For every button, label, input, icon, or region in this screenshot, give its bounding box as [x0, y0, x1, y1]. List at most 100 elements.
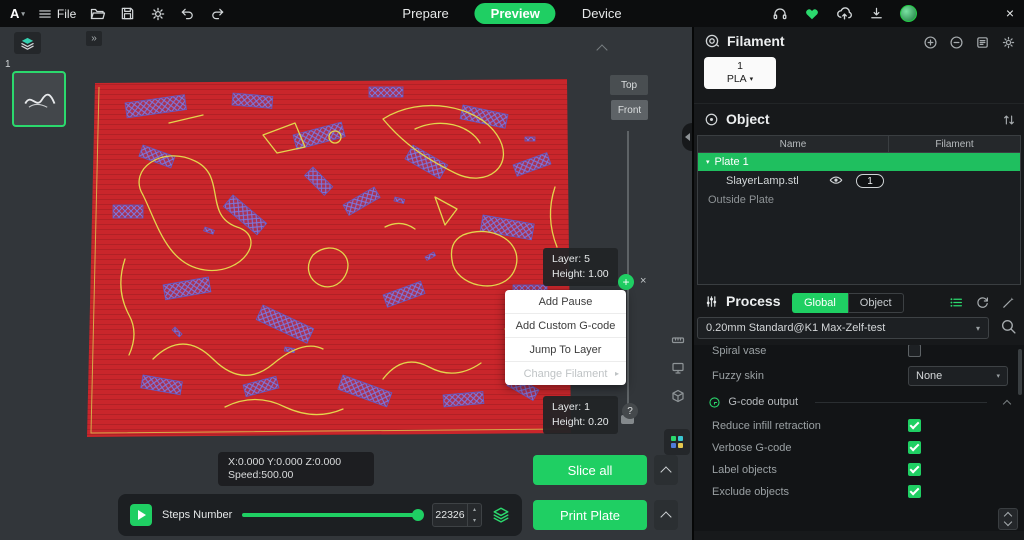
filament-settings-icon[interactable]	[1001, 35, 1016, 50]
plate-list-toggle-button[interactable]	[14, 32, 41, 54]
print-options-button[interactable]	[654, 500, 678, 530]
undo-button[interactable]	[179, 5, 196, 22]
scope-global-button[interactable]: Global	[792, 293, 848, 313]
chevron-up-icon	[660, 466, 671, 477]
save-button[interactable]	[119, 5, 136, 22]
submenu-arrow-icon: ▸	[615, 369, 619, 378]
tab-preview[interactable]: Preview	[475, 3, 556, 24]
exclude-objects-checkbox[interactable]	[908, 485, 921, 498]
screen-tool-button[interactable]	[668, 358, 688, 378]
preview-canvas[interactable]	[85, 77, 571, 444]
label-objects-checkbox[interactable]	[908, 463, 921, 476]
app-logo[interactable]: A ▾	[10, 6, 25, 21]
fuzzy-skin-select[interactable]: None ▾	[908, 366, 1008, 386]
flush-options-icon[interactable]	[975, 35, 990, 50]
menu-item-add-custom-gcode[interactable]: Add Custom G-code	[505, 313, 626, 337]
spiral-vase-checkbox[interactable]	[908, 345, 921, 357]
exclude-objects-label: Exclude objects	[712, 486, 789, 498]
panel-expand-collapse-button[interactable]	[998, 508, 1018, 530]
table-row-outside-plate[interactable]: Outside Plate	[698, 191, 1020, 209]
tab-device[interactable]: Device	[582, 6, 622, 21]
process-settings-panel: Spiral vase Fuzzy skin None ▾ ? G-code o…	[694, 345, 1024, 531]
right-sidebar: Filament 1 PLA ▾ Object Name Filament ▾ …	[694, 27, 1024, 540]
view-front-button[interactable]: Front	[611, 100, 648, 120]
redo-button[interactable]	[209, 5, 226, 22]
add-marker-button[interactable]: +	[618, 274, 634, 290]
magic-wand-icon[interactable]	[1001, 295, 1016, 310]
preview-viewport[interactable]: » 1	[0, 27, 692, 540]
lower-height-text: Height: 0.20	[552, 415, 609, 430]
reset-icon[interactable]	[975, 295, 990, 310]
favorite-button[interactable]	[804, 5, 821, 22]
gcode-plate-render	[85, 77, 571, 439]
steps-slider[interactable]	[242, 513, 422, 517]
print-plate-button[interactable]: Print Plate	[533, 500, 647, 530]
plate-thumbnail[interactable]	[12, 71, 66, 127]
slice-all-button[interactable]: Slice all	[533, 455, 647, 485]
help-button[interactable]: ?	[622, 403, 638, 419]
sort-rows-icon[interactable]	[1002, 113, 1016, 127]
view-top-button[interactable]: Top	[610, 75, 648, 95]
chevron-down-icon	[1004, 518, 1012, 526]
app-logo-letter: A	[10, 6, 19, 21]
gcode-output-group-header[interactable]: ? G-code output	[694, 389, 1024, 415]
table-row-plate[interactable]: ▾ Plate 1	[698, 153, 1020, 171]
verbose-gcode-label: Verbose G-code	[712, 442, 792, 454]
section-tool-button[interactable]	[668, 386, 688, 406]
table-row-object[interactable]: SlayerLamp.stl 1	[698, 171, 1020, 191]
measure-tool-button[interactable]	[668, 330, 688, 350]
remove-marker-button[interactable]: ×	[640, 276, 646, 287]
process-scope-toggle: Global Object	[792, 293, 904, 313]
menu-item-change-filament[interactable]: Change Filament ▸	[505, 361, 626, 385]
steps-slider-knob[interactable]	[412, 509, 424, 521]
filament-header-icons	[923, 35, 1016, 50]
panel-expand-button[interactable]: »	[86, 31, 102, 46]
cloud-upload-button[interactable]	[836, 5, 853, 22]
layer-stack-icon[interactable]	[492, 506, 510, 524]
legend-toggle-button[interactable]	[664, 429, 690, 455]
parameter-list-icon[interactable]	[949, 295, 964, 310]
spinner-down-icon[interactable]: ▾	[468, 515, 481, 526]
plate-thumbnail-sketch	[18, 78, 60, 120]
file-menu[interactable]: File	[38, 7, 76, 21]
filament-badge[interactable]: 1	[856, 174, 884, 188]
setting-row-spiral-vase: Spiral vase	[694, 345, 1024, 363]
remove-filament-icon[interactable]	[949, 35, 964, 50]
add-filament-icon[interactable]	[923, 35, 938, 50]
visibility-toggle[interactable]	[829, 174, 843, 191]
open-file-button[interactable]	[89, 5, 106, 22]
window-close-button[interactable]: ×	[1006, 0, 1014, 27]
support-button[interactable]	[772, 5, 789, 22]
status-position: X:0.000 Y:0.000 Z:0.000	[228, 456, 364, 469]
heart-icon	[804, 6, 820, 22]
reduce-infill-retraction-checkbox[interactable]	[908, 419, 921, 432]
process-tune-icon	[704, 294, 719, 309]
object-table: Name Filament ▾ Plate 1 SlayerLamp.stl 1…	[697, 135, 1021, 285]
download-button[interactable]	[868, 5, 885, 22]
scope-object-button[interactable]: Object	[848, 293, 904, 313]
steps-value-box[interactable]: 22326 ▴ ▾	[432, 503, 482, 527]
plate-slot-number: 1	[5, 59, 11, 70]
menu-item-jump-to-layer[interactable]: Jump To Layer	[505, 337, 626, 361]
verbose-gcode-checkbox[interactable]	[908, 441, 921, 454]
camera-home-hint[interactable]	[598, 41, 608, 51]
filament-chip[interactable]: 1 PLA ▾	[704, 57, 776, 89]
monitor-icon	[670, 360, 686, 376]
group-collapse-icon[interactable]	[1003, 399, 1011, 407]
cloud-upload-icon	[836, 5, 853, 22]
filament-title: Filament	[727, 33, 785, 49]
settings-scrollbar[interactable]	[1018, 349, 1022, 395]
upper-layer-text: Layer: 5	[552, 252, 609, 267]
slice-options-button[interactable]	[654, 455, 678, 485]
settings-button[interactable]	[149, 5, 166, 22]
menu-item-add-pause[interactable]: Add Pause	[505, 290, 626, 313]
play-button[interactable]	[130, 504, 152, 526]
process-preset-dropdown[interactable]: 0.20mm Standard@K1 Max-Zelf-test ▾	[697, 317, 989, 339]
spinner-up-icon[interactable]: ▴	[468, 504, 481, 515]
setting-row-exclude-objects: Exclude objects	[694, 481, 1024, 503]
sidebar-collapse-handle[interactable]	[682, 123, 692, 151]
tab-prepare[interactable]: Prepare	[402, 6, 448, 21]
search-settings-button[interactable]	[1000, 318, 1017, 340]
user-avatar[interactable]	[900, 5, 917, 22]
chevron-up-icon	[660, 511, 671, 522]
